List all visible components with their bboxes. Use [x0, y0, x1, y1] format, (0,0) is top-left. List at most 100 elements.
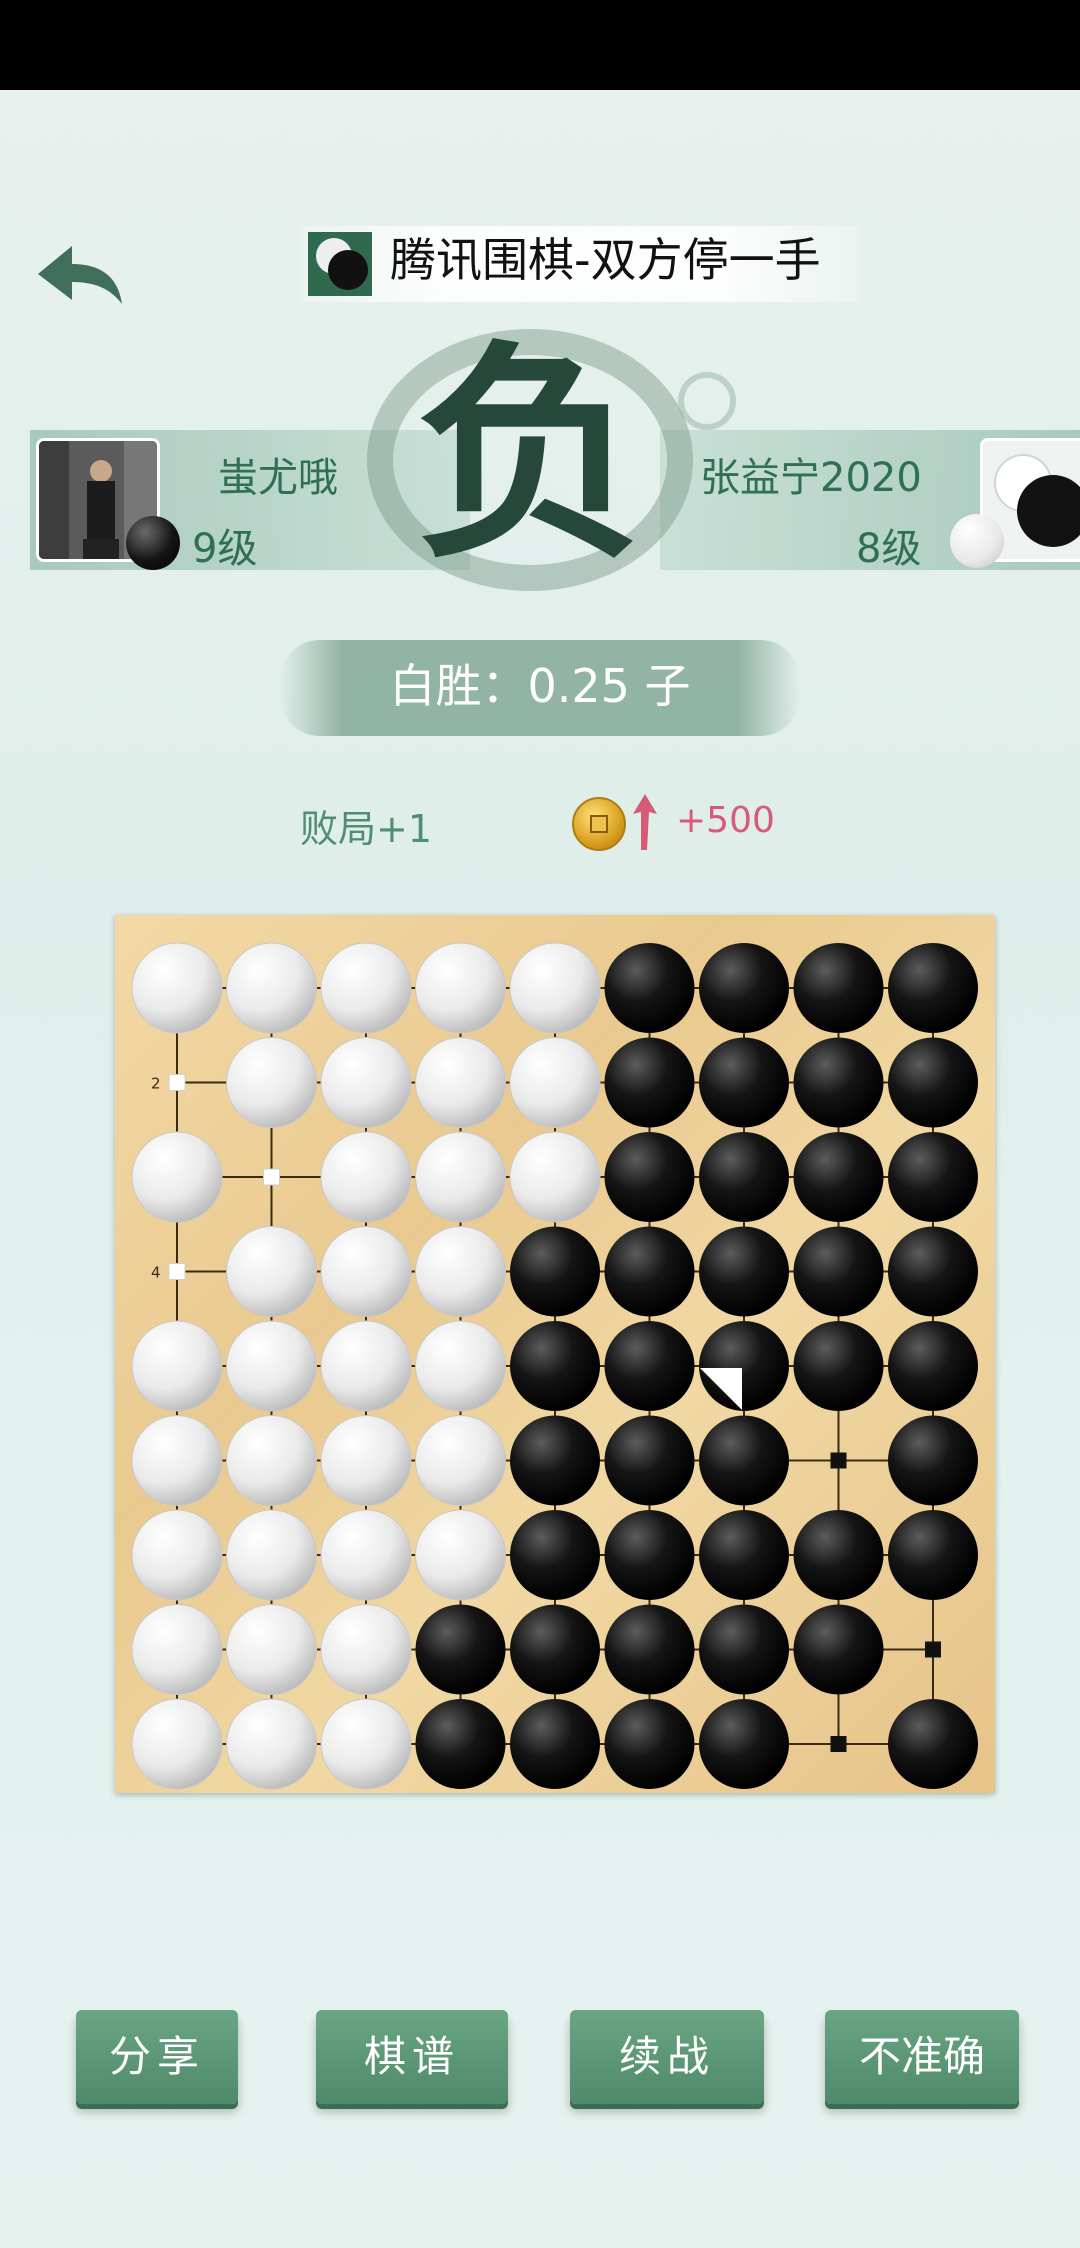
white-stone — [226, 1320, 317, 1412]
black-stone — [888, 1510, 978, 1600]
white-stone — [131, 1415, 223, 1506]
white-stone — [320, 1698, 412, 1790]
loss-record: 败局+1 — [300, 807, 433, 851]
white-stone — [226, 1415, 317, 1506]
white-stone — [131, 1509, 223, 1601]
coin-reward: +500 — [676, 800, 775, 841]
black-stone — [604, 1415, 695, 1506]
inaccurate-button[interactable]: 不准确 — [825, 2010, 1019, 2104]
black-stone — [793, 1226, 884, 1317]
right-player-white-stone-icon — [950, 514, 1004, 568]
white-stone — [320, 1226, 412, 1317]
share-button[interactable]: 分享 — [76, 2010, 238, 2104]
black-stone — [510, 1699, 600, 1789]
white-stone — [320, 942, 412, 1034]
white-stone — [131, 1604, 223, 1695]
black-stone — [510, 1604, 600, 1695]
white-stone — [226, 1509, 317, 1601]
black-stone — [699, 943, 789, 1033]
black-stone — [888, 1699, 978, 1789]
white-stone — [509, 942, 601, 1034]
coin-hole — [590, 815, 608, 833]
black-stone — [604, 943, 695, 1033]
black-stone — [604, 1132, 695, 1222]
left-player-black-stone-icon — [126, 516, 180, 570]
game-record-button[interactable]: 棋谱 — [316, 2010, 508, 2104]
black-stone — [699, 1415, 789, 1506]
result-text: 白胜：0.25 子 — [389, 659, 691, 713]
white-stone — [320, 1604, 412, 1695]
black-stone — [699, 1037, 789, 1128]
left-player-name: 蚩尤哦 — [218, 455, 338, 501]
black-stone — [604, 1604, 695, 1695]
white-stone — [131, 1131, 223, 1223]
seal-small-ring — [678, 372, 736, 430]
black-territory-marker — [830, 1452, 847, 1469]
black-stone — [604, 1510, 695, 1600]
right-player-name: 张益宁2020 — [700, 455, 922, 501]
black-stone — [888, 943, 978, 1033]
white-stone — [131, 1698, 223, 1790]
white-stone — [226, 1226, 317, 1317]
black-stone — [604, 1699, 695, 1789]
white-territory-marker — [168, 1074, 186, 1091]
black-stone — [699, 1226, 789, 1317]
black-stone — [793, 1321, 884, 1411]
continue-battle-button[interactable]: 续战 — [570, 2010, 764, 2104]
black-stone — [510, 1510, 600, 1600]
black-stone — [888, 1037, 978, 1128]
black-stone — [793, 1510, 884, 1600]
black-stone — [510, 1226, 600, 1317]
white-stone — [226, 942, 317, 1034]
black-stone — [699, 1321, 789, 1411]
black-stone — [604, 1226, 695, 1317]
white-stone — [509, 1131, 601, 1223]
white-stone — [415, 1226, 506, 1317]
right-player-rank: 8级 — [856, 526, 922, 572]
black-stone — [888, 1415, 978, 1506]
black-stone — [510, 1415, 600, 1506]
black-stone — [793, 1132, 884, 1222]
black-stone — [604, 1321, 695, 1411]
go-stones-icon — [308, 232, 372, 296]
back-arrow-icon[interactable] — [30, 236, 130, 316]
white-stone — [131, 942, 223, 1034]
go-board[interactable]: 24 — [115, 915, 995, 1793]
black-stone — [699, 1699, 789, 1789]
white-territory-marker — [263, 1168, 280, 1186]
white-stone — [320, 1509, 412, 1601]
black-stone — [415, 1604, 506, 1695]
white-stone — [320, 1131, 412, 1223]
black-stone — [793, 943, 884, 1033]
lose-character: 负 — [415, 320, 645, 590]
black-territory-marker — [830, 1736, 847, 1752]
board-coord-label: 2 — [151, 1075, 161, 1093]
white-stone — [320, 1415, 412, 1506]
black-stone — [888, 1132, 978, 1222]
white-stone — [415, 942, 506, 1034]
white-stone — [320, 1037, 412, 1128]
black-stone — [888, 1226, 978, 1317]
black-stone — [699, 1510, 789, 1600]
left-player-rank: 9级 — [192, 526, 258, 572]
black-stone — [604, 1037, 695, 1128]
board-coord-label: 4 — [151, 1264, 161, 1282]
black-stone — [793, 1604, 884, 1695]
arrow-up-icon — [633, 794, 657, 850]
lose-seal: 负 — [367, 320, 693, 591]
black-territory-marker — [925, 1641, 941, 1658]
white-stone — [415, 1037, 506, 1128]
black-stone — [510, 1321, 600, 1411]
black-stone — [699, 1604, 789, 1695]
page-title: 腾讯围棋-双方停一手 — [390, 233, 821, 287]
status-bar — [0, 0, 1080, 90]
white-stone — [415, 1415, 506, 1506]
white-territory-marker — [168, 1263, 186, 1280]
white-stone — [415, 1131, 506, 1223]
white-stone — [415, 1320, 506, 1412]
black-stone — [699, 1132, 789, 1222]
white-stone — [509, 1037, 601, 1128]
white-stone — [415, 1509, 506, 1601]
white-stone — [226, 1698, 317, 1790]
white-stone — [320, 1320, 412, 1412]
